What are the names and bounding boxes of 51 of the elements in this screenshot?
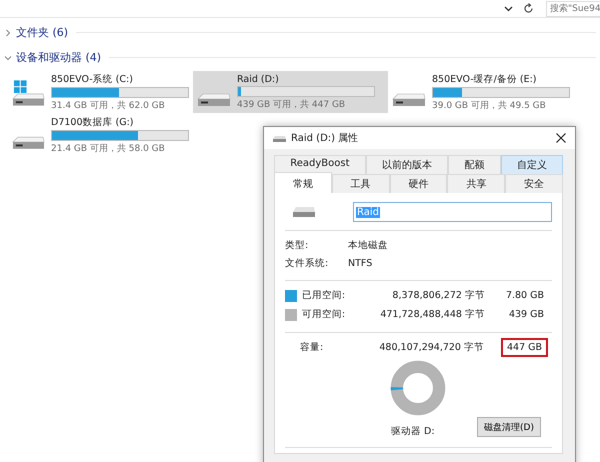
drive-item[interactable]: 850EVO-系统 (C:) 31.4 GB 可用，共 62.0 GB: [8, 71, 193, 113]
drive-icon: [392, 92, 426, 106]
property-label: 文件系统:: [285, 256, 330, 270]
drive-space-text: 31.4 GB 可用，共 62.0 GB: [51, 100, 166, 112]
chevron-icon[interactable]: [4, 28, 12, 36]
section-header[interactable]: 设备和驱动器 (4): [16, 50, 102, 65]
size-value: 439 GB: [508, 309, 545, 320]
byte-count: 471,728,488,448 字节: [379, 308, 485, 321]
drive-name: Raid (D:): [237, 74, 280, 84]
disk-cleanup-button[interactable]: 磁盘清理(D): [477, 417, 541, 437]
drive-icon: [197, 92, 231, 106]
drive-space-text: 21.4 GB 可用，共 58.0 GB: [51, 142, 166, 154]
search-field[interactable]: 搜索"Sue94: [546, 0, 600, 16]
windows-drive-icon: [12, 78, 45, 106]
chevron-down-icon[interactable]: [504, 6, 513, 12]
close-icon[interactable]: [556, 133, 566, 143]
refresh-icon[interactable]: [523, 3, 534, 14]
space-label: 已用空间:: [302, 289, 346, 302]
tab[interactable]: 硬件: [390, 174, 448, 193]
drive-item[interactable]: Raid (D:) 439 GB 可用，共 447 GB: [193, 71, 388, 113]
drive-icon: [273, 134, 286, 142]
tab[interactable]: ReadyBoost: [274, 155, 366, 174]
space-label: 可用空间:: [302, 308, 346, 321]
drive-name: D7100数据库 (G:): [51, 116, 134, 128]
tab[interactable]: 共享: [447, 174, 506, 193]
drive-item[interactable]: 850EVO-缓存/备份 (E:) 39.0 GB 可用，共 49.5 GB: [388, 71, 578, 113]
section-header[interactable]: 文件夹 (6): [16, 25, 68, 40]
drive-space-text: 439 GB 可用，共 447 GB: [237, 98, 346, 110]
tab[interactable]: 常规: [274, 172, 332, 193]
tab[interactable]: 配额: [448, 155, 501, 174]
size-value: 7.80 GB: [504, 290, 545, 301]
dialog-title: Raid (D:) 属性: [291, 132, 360, 145]
tab[interactable]: 自定义: [500, 155, 564, 174]
tab[interactable]: 安全: [505, 174, 563, 193]
byte-count: 480,107,294,720 字节: [378, 341, 484, 354]
drive-icon: [12, 136, 45, 148]
tab[interactable]: 以前的版本: [366, 155, 448, 174]
property-label: 类型:: [285, 238, 310, 252]
drive-icon: [293, 206, 315, 218]
property-value: NTFS: [348, 258, 372, 268]
drive-item[interactable]: D7100数据库 (G:) 21.4 GB 可用，共 58.0 GB: [8, 114, 193, 156]
capacity-value: 447 GB: [501, 338, 548, 357]
byte-count: 8,378,806,272 字节: [391, 289, 485, 302]
drive-space-text: 39.0 GB 可用，共 49.5 GB: [432, 100, 547, 112]
chevron-icon[interactable]: [4, 54, 12, 62]
drive-label: 驱动器 D:: [391, 425, 435, 438]
drive-name: 850EVO-系统 (C:): [51, 72, 134, 86]
drive-name: 850EVO-缓存/备份 (E:): [432, 72, 538, 86]
capacity-label: 容量:: [299, 341, 324, 354]
property-value: 本地磁盘: [348, 238, 388, 252]
tab[interactable]: 工具: [332, 174, 390, 193]
